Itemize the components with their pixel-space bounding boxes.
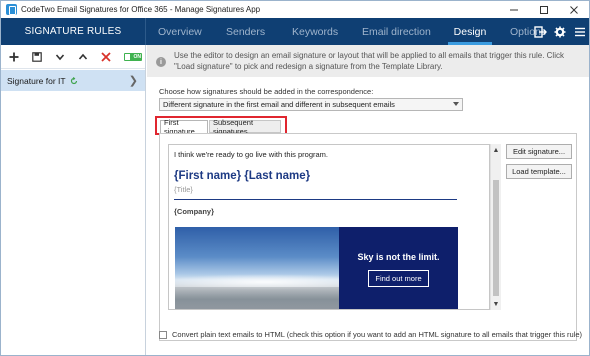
main-tabs: Overview Senders Keywords Email directio…	[146, 18, 550, 45]
signature-company-placeholder: {Company}	[174, 207, 215, 216]
banner-text-panel: Sky is not the limit. Find out more	[339, 227, 458, 309]
rule-name: Signature for IT	[7, 75, 66, 86]
window-title: CodeTwo Email Signatures for Office 365 …	[21, 5, 261, 14]
refresh-icon	[70, 76, 77, 84]
header-bar: SIGNATURE RULES Overview Senders Keyword…	[1, 18, 589, 45]
title-bar: CodeTwo Email Signatures for Office 365 …	[1, 1, 589, 18]
edit-signature-button[interactable]: Edit signature...	[506, 144, 572, 159]
scroll-down-icon[interactable]: ▼	[491, 299, 501, 309]
delete-button[interactable]	[99, 50, 113, 64]
editor-frame: I think we're ready to go live with this…	[159, 133, 577, 341]
minimize-button[interactable]	[499, 1, 529, 18]
move-up-button[interactable]	[76, 50, 90, 64]
app-logo-icon	[6, 4, 17, 15]
signature-name-placeholder: {First name} {Last name}	[174, 170, 311, 182]
rules-toolbar: ON	[1, 45, 145, 69]
convert-option: Convert plain text emails to HTML (check…	[159, 330, 582, 339]
signature-preview[interactable]: I think we're ready to go live with this…	[168, 144, 490, 310]
add-icon	[9, 52, 19, 61]
close-icon	[570, 5, 578, 14]
move-up-icon	[78, 53, 88, 60]
app-window: CodeTwo Email Signatures for Office 365 …	[0, 0, 590, 356]
delete-icon	[101, 51, 111, 62]
tab-email-direction[interactable]: Email direction	[350, 18, 442, 45]
signature-banner: Sky is not the limit. Find out more	[175, 227, 458, 309]
section-title: SIGNATURE RULES	[24, 26, 122, 37]
tab-senders[interactable]: Senders	[214, 18, 280, 45]
info-icon: i	[156, 57, 166, 67]
hamburger-menu-icon[interactable]	[573, 25, 587, 39]
minimize-icon	[510, 9, 518, 10]
preview-scrollbar[interactable]: ▲ ▼	[490, 144, 501, 310]
gear-icon[interactable]	[553, 25, 567, 39]
rules-sidebar: ON Signature for IT ❯	[1, 45, 146, 355]
banner-find-out-more-button[interactable]: Find out more	[368, 270, 429, 287]
chevron-right-icon: ❯	[128, 75, 138, 87]
scroll-up-icon[interactable]: ▲	[491, 145, 501, 155]
rule-list-item[interactable]: Signature for IT ❯	[1, 70, 145, 91]
tab-overview[interactable]: Overview	[146, 18, 214, 45]
signature-mode-select[interactable]: Different signature in the first email a…	[159, 98, 463, 111]
maximize-icon	[540, 5, 548, 14]
section-header: SIGNATURE RULES	[1, 18, 146, 45]
mode-select-value: Different signature in the first email a…	[163, 100, 395, 109]
move-down-icon	[55, 53, 65, 60]
save-button[interactable]	[30, 50, 44, 64]
info-banner: i Use the editor to design an email sign…	[147, 45, 589, 77]
scrollbar-thumb[interactable]	[493, 180, 499, 296]
move-down-button[interactable]	[53, 50, 67, 64]
load-template-button[interactable]: Load template...	[506, 164, 572, 179]
signature-title-placeholder: {Title}	[174, 185, 193, 194]
add-rule-button[interactable]	[7, 50, 21, 64]
save-icon	[32, 51, 42, 62]
window-controls	[499, 1, 589, 18]
header-actions	[533, 18, 587, 45]
convert-html-checkbox[interactable]	[159, 330, 167, 339]
info-text: Use the editor to design an email signat…	[174, 51, 564, 71]
sign-out-icon[interactable]	[533, 25, 547, 39]
toggle-label: ON	[133, 53, 142, 60]
preview-intro-text: I think we're ready to go live with this…	[174, 150, 328, 159]
tab-keywords[interactable]: Keywords	[280, 18, 350, 45]
close-button[interactable]	[559, 1, 589, 18]
design-panel: i Use the editor to design an email sign…	[147, 45, 589, 355]
banner-sky-image	[175, 227, 339, 309]
maximize-button[interactable]	[529, 1, 559, 18]
mode-label: Choose how signatures should be added in…	[159, 87, 374, 96]
tab-design[interactable]: Design	[442, 18, 498, 45]
signature-divider	[174, 199, 457, 200]
dropdown-arrow-icon	[453, 102, 459, 106]
rule-enabled-toggle[interactable]: ON	[124, 52, 142, 61]
banner-headline: Sky is not the limit.	[357, 252, 440, 262]
convert-html-label: Convert plain text emails to HTML (check…	[172, 330, 583, 339]
